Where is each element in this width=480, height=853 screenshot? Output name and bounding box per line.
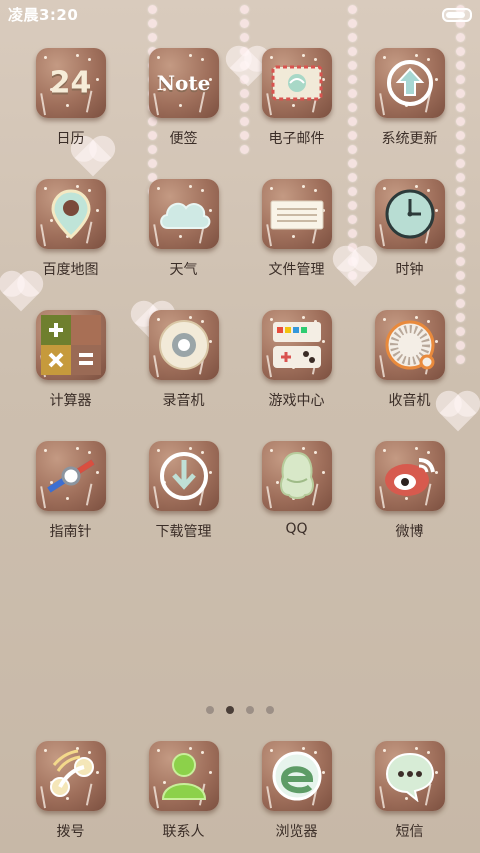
download-icon [158,450,210,502]
page-dot[interactable] [266,706,274,714]
app-tile[interactable] [148,441,219,511]
app-weibo[interactable]: 微博 [353,441,466,541]
page-dot[interactable] [246,706,254,714]
app-label: 短信 [395,824,424,840]
app-note[interactable]: Note 便签 [127,48,240,148]
app-tile[interactable] [261,441,332,511]
app-tile[interactable] [35,441,106,511]
app-folder[interactable]: 文件管理 [240,179,353,279]
app-label: 游戏中心 [268,393,325,409]
status-bar: 凌晨3:20 [0,0,480,26]
folder-icon [269,195,325,233]
radio-icon [383,318,437,372]
weibo-icon [381,452,439,500]
app-tile[interactable] [374,741,445,811]
clock-icon [384,188,436,240]
update-arrow-icon [385,58,435,108]
app-label: 时钟 [395,262,424,278]
recorder-icon [157,318,211,372]
app-label: QQ [285,521,308,537]
app-tile[interactable]: Note [148,48,219,118]
app-map-pin[interactable]: 百度地图 [14,179,127,279]
app-label: 指南针 [49,524,92,540]
app-tile[interactable]: 24 [35,48,106,118]
app-contacts[interactable]: 联系人 [127,741,240,841]
app-browser[interactable]: 浏览器 [240,741,353,841]
app-cloud[interactable]: 天气 [127,179,240,279]
app-tile[interactable] [261,741,332,811]
app-calculator[interactable]: 计算器 [14,310,127,410]
app-label: 便签 [169,131,198,147]
app-tile[interactable] [35,741,106,811]
app-phone[interactable]: 拨号 [14,741,127,841]
app-label: 联系人 [162,824,205,840]
qq-penguin-icon [275,449,319,503]
app-message[interactable]: 短信 [353,741,466,841]
app-label: 计算器 [49,393,92,409]
app-update-arrow[interactable]: 系统更新 [353,48,466,148]
app-label: 下载管理 [155,524,212,540]
app-tile[interactable] [35,179,106,249]
app-tile[interactable] [148,741,219,811]
cloud-icon [156,194,212,234]
email-icon [271,63,323,103]
app-email[interactable]: 电子邮件 [240,48,353,148]
app-recorder[interactable]: 录音机 [127,310,240,410]
page-dot[interactable] [206,706,214,714]
compass-icon [43,456,99,496]
map-pin-icon [49,189,93,239]
note-icon: Note [157,71,211,95]
app-tile[interactable] [261,179,332,249]
app-label: 系统更新 [381,131,438,147]
heart-decoration [2,274,40,312]
app-label: 百度地图 [42,262,99,278]
icon-text: 24 [49,65,92,101]
browser-icon [270,749,324,803]
app-tile[interactable] [374,441,445,511]
app-tile[interactable] [148,179,219,249]
app-tile[interactable] [374,310,445,380]
page-dot[interactable] [226,706,234,714]
icon-text: Note [156,71,211,95]
app-label: 天气 [169,262,198,278]
contacts-icon [159,749,209,803]
message-icon [383,750,437,802]
status-time: 凌晨3:20 [8,6,79,24]
app-tile[interactable] [261,310,332,380]
app-compass[interactable]: 指南针 [14,441,127,541]
phone-icon [44,749,98,803]
app-qq-penguin[interactable]: QQ [240,441,353,537]
app-label: 文件管理 [268,262,325,278]
app-label: 浏览器 [275,824,318,840]
app-label: 录音机 [162,393,205,409]
app-label: 收音机 [388,393,431,409]
gamepad-icon [269,320,325,370]
calculator-icon [40,315,101,375]
app-tile[interactable] [374,48,445,118]
app-label: 日历 [56,131,85,147]
page-indicator[interactable] [0,699,480,714]
app-radio[interactable]: 收音机 [353,310,466,410]
app-label: 微博 [395,524,424,540]
app-label: 拨号 [56,824,85,840]
app-calendar[interactable]: 24 日历 [14,48,127,148]
app-tile[interactable] [35,310,106,380]
app-tile[interactable] [374,179,445,249]
app-clock[interactable]: 时钟 [353,179,466,279]
app-download[interactable]: 下载管理 [127,441,240,541]
calendar-icon: 24 [50,66,92,101]
app-gamepad[interactable]: 游戏中心 [240,310,353,410]
app-label: 电子邮件 [268,131,325,147]
battery-icon [442,8,472,22]
app-tile[interactable] [261,48,332,118]
app-tile[interactable] [148,310,219,380]
